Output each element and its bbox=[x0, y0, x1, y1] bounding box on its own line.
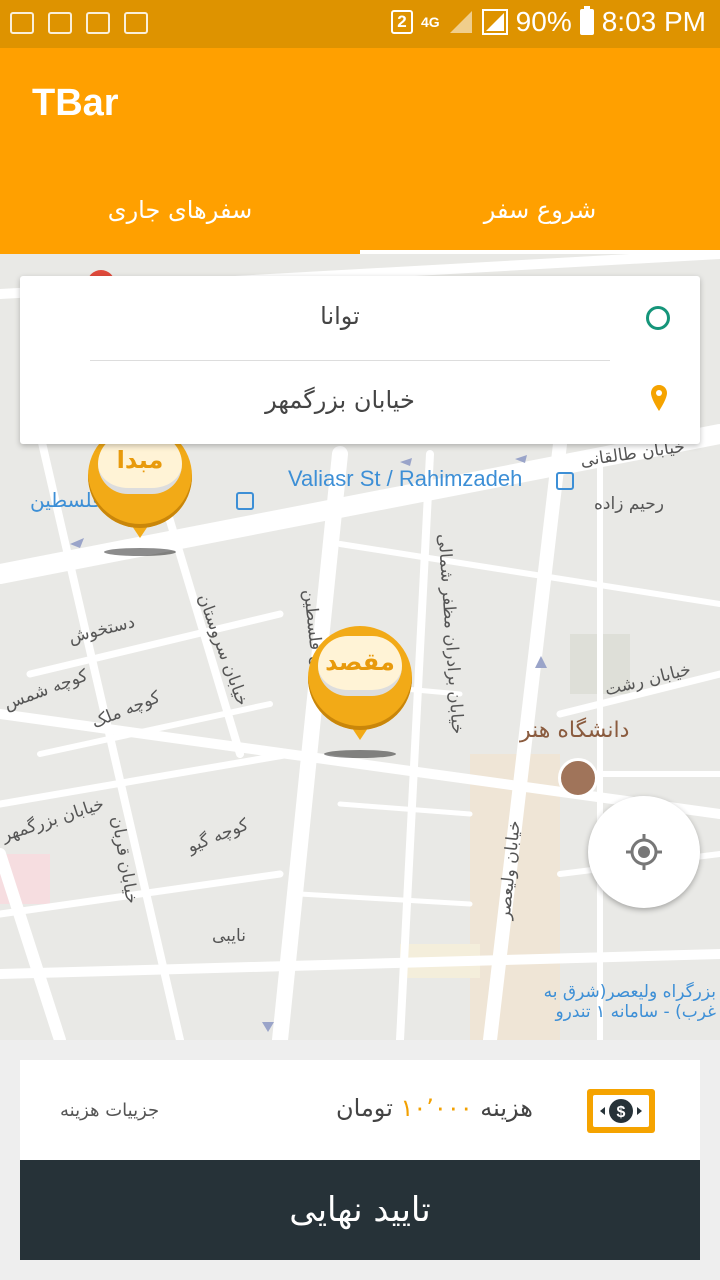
final-confirm-button[interactable]: تایید نهایی bbox=[20, 1160, 700, 1260]
mail-check-icon bbox=[86, 12, 110, 34]
battery-percent: 90% bbox=[515, 6, 572, 37]
destination-row[interactable]: خیابان بزرگمهر bbox=[20, 360, 700, 444]
map-label-rahimzadeh: رحیم زاده bbox=[594, 494, 664, 514]
marker-shadow bbox=[324, 750, 396, 758]
origin-marker-label: مبدا bbox=[116, 446, 164, 474]
map-label-honar: دانشگاه هنر bbox=[520, 718, 630, 743]
signal-icon bbox=[449, 11, 472, 33]
origin-circle-icon bbox=[646, 306, 670, 330]
destination-marker-label: مقصد bbox=[325, 648, 395, 676]
cost-currency: تومان bbox=[336, 1094, 393, 1122]
notification-icons bbox=[10, 12, 148, 34]
notification-badge: 2 bbox=[390, 10, 413, 34]
origin-address: توانا bbox=[320, 302, 360, 330]
map-label-naie: نایبی bbox=[212, 926, 246, 946]
clock: 8:03 PM bbox=[601, 6, 706, 37]
cost-card: جزییات هزینه هزینه ۱۰٬۰۰۰ تومان $ bbox=[20, 1060, 700, 1160]
bus-stop-icon bbox=[236, 492, 254, 510]
bus-stop-icon bbox=[556, 472, 574, 490]
tab-current-trips[interactable]: سفرهای جاری bbox=[0, 188, 360, 254]
origin-row[interactable]: توانا bbox=[20, 276, 700, 360]
cost-line: هزینه ۱۰٬۰۰۰ تومان bbox=[336, 1094, 533, 1122]
email-icon bbox=[10, 12, 34, 34]
signal-icon bbox=[481, 9, 508, 35]
my-location-button[interactable] bbox=[588, 796, 700, 908]
tab-start-trip[interactable]: شروع سفر bbox=[360, 188, 720, 254]
status-bar: 2 4G 90% 8:03 PM bbox=[0, 0, 720, 48]
destination-address: خیابان بزرگمهر bbox=[265, 386, 415, 414]
location-pin-icon bbox=[651, 385, 667, 411]
marker-shadow bbox=[104, 548, 176, 556]
destination-marker[interactable]: مقصد bbox=[308, 626, 412, 758]
map-label-valiasr: Valiasr St / Rahimzadeh bbox=[288, 466, 523, 491]
wifi-icon bbox=[124, 12, 148, 34]
map-label-valiasr-bus: بزرگراه ولیعصر(شرق به غرب) - سامانه ۱ تن… bbox=[543, 982, 716, 1022]
bottom-panel: جزییات هزینه هزینه ۱۰٬۰۰۰ تومان $ تایید … bbox=[0, 1040, 720, 1280]
marker-circle: مقصد bbox=[308, 626, 412, 730]
cost-amount: ۱۰٬۰۰۰ bbox=[400, 1094, 473, 1122]
cost-label: هزینه bbox=[480, 1094, 533, 1122]
network-type: 4G bbox=[420, 14, 440, 30]
address-card: توانا خیابان بزرگمهر bbox=[20, 276, 700, 444]
image-icon bbox=[48, 12, 72, 34]
system-status: 2 4G 90% 8:03 PM bbox=[390, 6, 706, 38]
crosshair-icon bbox=[626, 834, 662, 870]
cost-details-link[interactable]: جزییات هزینه bbox=[60, 1100, 159, 1121]
university-icon bbox=[558, 758, 598, 798]
money-icon: $ bbox=[587, 1089, 655, 1133]
battery-icon bbox=[579, 6, 594, 35]
app-title: TBar bbox=[32, 82, 119, 124]
svg-text:$: $ bbox=[617, 1104, 626, 1121]
app-bar: TBar سفرهای جاری شروع سفر bbox=[0, 48, 720, 254]
